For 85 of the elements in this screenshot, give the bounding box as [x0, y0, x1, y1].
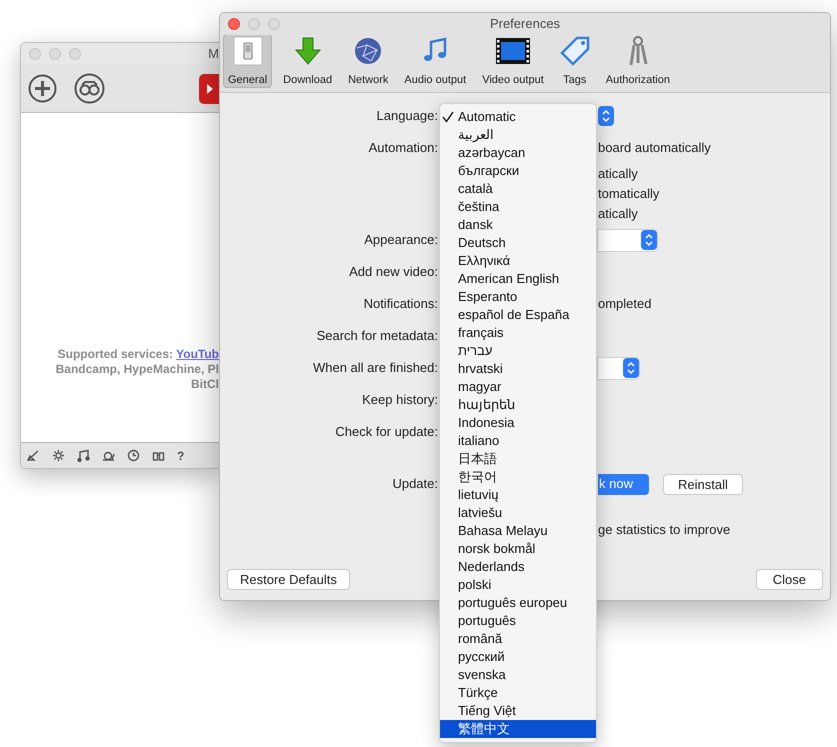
restore-defaults-button[interactable]: Restore Defaults [227, 569, 350, 590]
language-option[interactable]: azərbaycan [440, 144, 596, 162]
language-option[interactable]: Türkçe [440, 684, 596, 702]
gear-icon[interactable] [52, 449, 65, 462]
language-option[interactable]: Automatic [440, 108, 596, 126]
option-text: board automatically [598, 139, 711, 158]
tag-icon [560, 36, 590, 66]
setting-label: When all are finished: [312, 360, 438, 375]
option-text: ge statistics to improve [598, 521, 730, 540]
setting-label: Check for update: [335, 424, 438, 439]
language-option[interactable]: 日本語 [440, 450, 596, 468]
language-option[interactable]: magyar [440, 378, 596, 396]
language-option[interactable]: čeština [440, 198, 596, 216]
language-option[interactable]: Indonesia [440, 414, 596, 432]
language-option[interactable]: Nederlands [440, 558, 596, 576]
window-title: M [208, 45, 219, 64]
service-link[interactable]: YouTub [176, 347, 219, 361]
setting-label: Search for metadata: [316, 328, 438, 343]
close-button[interactable]: Close [756, 569, 823, 590]
language-option[interactable]: Tiếng Việt [440, 702, 596, 720]
language-option[interactable]: română [440, 630, 596, 648]
language-option[interactable]: հայերեն [440, 396, 596, 414]
language-option[interactable]: русский [440, 648, 596, 666]
language-option[interactable]: polski [440, 576, 596, 594]
globe-icon [353, 36, 384, 66]
video-site-icon[interactable] [199, 74, 219, 104]
language-option[interactable]: Bahasa Melayu [440, 522, 596, 540]
setting-label: Update: [392, 476, 438, 491]
toolbar-tab[interactable]: Download [278, 34, 338, 88]
services-text: Supported services: YouTub [58, 347, 219, 362]
checkmark-icon [442, 111, 454, 123]
toolbar-tab[interactable]: General [223, 34, 272, 88]
language-option[interactable]: português europeu [440, 594, 596, 612]
option-text: tomatically [598, 185, 660, 204]
select-field[interactable] [598, 358, 639, 378]
music-note-icon[interactable] [77, 449, 90, 462]
language-option[interactable]: français [440, 324, 596, 342]
toolbar-tab[interactable]: Audio output [399, 34, 472, 88]
language-option[interactable]: català [440, 180, 596, 198]
language-option[interactable]: Deutsch [440, 234, 596, 252]
stepper-icon[interactable] [623, 358, 639, 378]
language-option[interactable]: American English [440, 270, 596, 288]
option-text: ompleted [598, 295, 652, 314]
language-option[interactable]: Esperanto [440, 288, 596, 306]
language-option[interactable]: português [440, 612, 596, 630]
check-now-button[interactable]: k now [598, 474, 649, 494]
setting-label: Automation: [368, 140, 438, 155]
language-option[interactable]: hrvatski [440, 360, 596, 378]
clock-icon[interactable] [127, 449, 140, 462]
language-option[interactable]: 한국어 [440, 468, 596, 486]
toolbar-tab[interactable]: Network [343, 34, 394, 88]
reinstall-button[interactable]: Reinstall [663, 474, 743, 494]
option-text: atically [598, 205, 638, 224]
film-strip-icon [496, 38, 530, 64]
setting-label: Appearance: [364, 232, 438, 247]
language-option[interactable]: svenska [440, 666, 596, 684]
setting-label: Add new video: [349, 264, 438, 279]
help-button[interactable]: ? [177, 446, 184, 464]
language-option[interactable]: lietuvių [440, 486, 596, 504]
select-field[interactable] [598, 230, 657, 250]
language-option[interactable]: עברית [440, 342, 596, 360]
down-arrow-icon [294, 36, 321, 66]
services-text: BitCl [191, 377, 219, 392]
toolbar-tab[interactable]: Authorization [600, 34, 675, 88]
language-option[interactable]: dansk [440, 216, 596, 234]
language-option[interactable]: 繁體中文 [440, 720, 596, 738]
close-window-icon[interactable] [228, 18, 240, 30]
stepper-icon[interactable] [641, 230, 657, 250]
setting-label: Language: [376, 108, 438, 123]
toolbar-tab[interactable]: Video output [477, 34, 549, 88]
language-option[interactable]: العربية [440, 126, 596, 144]
setting-label: Notifications: [364, 296, 438, 311]
language-option[interactable]: български [440, 162, 596, 180]
language-option[interactable]: español de España [440, 306, 596, 324]
services-text: Bandcamp, HypeMachine, Pl [56, 362, 219, 377]
language-option[interactable]: Ελληνικά [440, 252, 596, 270]
option-text: atically [598, 165, 638, 184]
toolbar-tab[interactable]: Tags [554, 34, 595, 88]
language-option[interactable]: latviešu [440, 504, 596, 522]
plus-icon[interactable] [28, 74, 57, 103]
setting-label: Keep history: [362, 392, 438, 407]
window-title: Preferences [490, 15, 560, 34]
stepper-icon[interactable] [598, 106, 614, 126]
language-option[interactable]: norsk bokmål [440, 540, 596, 558]
language-option[interactable]: italiano [440, 432, 596, 450]
